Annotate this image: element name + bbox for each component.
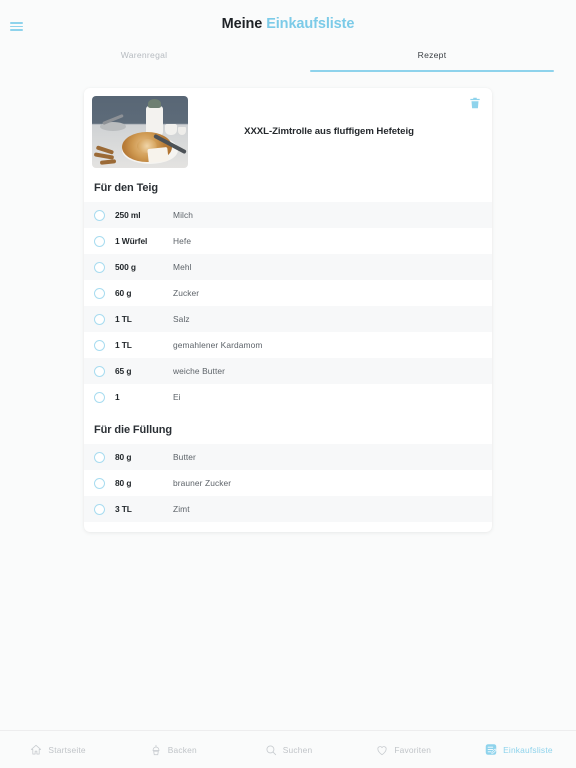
thumb-cinnamon-stick-shape [99, 159, 117, 165]
section-heading: Für den Teig [94, 182, 158, 194]
thumb-cup-shape [165, 124, 177, 135]
ingredient-quantity: 3 TL [115, 504, 132, 514]
ingredient-row[interactable]: 1 TL gemahlener Kardamom [84, 332, 492, 358]
hamburger-line [10, 29, 23, 31]
trash-icon[interactable] [468, 96, 482, 110]
ingredient-quantity: 1 [115, 392, 120, 402]
shopping-list-icon [484, 743, 498, 757]
ingredient-checkbox[interactable] [94, 235, 105, 247]
ingredient-name: Salz [173, 314, 190, 324]
nav-item-suchen[interactable]: Suchen [230, 743, 345, 757]
ingredient-row[interactable]: 250 ml Milch [84, 202, 492, 228]
ingredient-row[interactable]: 3 TL Zimt [84, 496, 492, 522]
ingredient-checkbox[interactable] [94, 313, 105, 325]
nav-item-label: Einkaufsliste [503, 744, 553, 755]
tab-bar: Warenregal Rezept [0, 44, 576, 72]
app-header: Meine Einkaufsliste [0, 0, 576, 44]
ingredient-row[interactable]: 1 Würfel Hefe [84, 228, 492, 254]
section-heading: Für die Füllung [94, 424, 172, 436]
ingredient-name: gemahlener Kardamom [173, 340, 263, 350]
hamburger-line [10, 25, 23, 28]
ingredient-checkbox[interactable] [94, 287, 105, 299]
hamburger-line [10, 22, 23, 24]
tab-rezept[interactable]: Rezept [288, 44, 576, 72]
ingredient-name: Zucker [173, 288, 200, 298]
ingredient-name: weiche Butter [173, 366, 226, 376]
page-title-primary: Meine [221, 16, 263, 32]
ingredient-row[interactable]: 80 g Butter [84, 444, 492, 470]
cupcake-icon [149, 743, 163, 757]
ingredient-row[interactable]: 500 g Mehl [84, 254, 492, 280]
bottom-navigation: Startseite Backen Suchen Favoriten Einkaufsl… [0, 730, 576, 768]
tab-warenregal[interactable]: Warenregal [0, 44, 288, 72]
ingredient-checkbox[interactable] [94, 339, 105, 351]
nav-item-backen[interactable]: Backen [115, 743, 230, 757]
hamburger-menu-icon[interactable] [10, 22, 23, 31]
heart-icon [375, 743, 389, 757]
ingredient-quantity: 80 g [115, 478, 132, 488]
recipe-card-header: XXXL-Zimtrolle aus fluffigem Hefeteig [84, 88, 492, 168]
ingredient-row[interactable]: 1 TL Salz [84, 306, 492, 332]
tab-label: Warenregal [120, 50, 168, 60]
ingredient-name: brauner Zucker [173, 478, 232, 488]
tab-label: Rezept [417, 50, 447, 60]
thumb-cup-shape [178, 127, 186, 135]
ingredient-quantity: 60 g [115, 288, 132, 298]
ingredient-name: Zimt [173, 504, 190, 514]
thumb-slice-shape [147, 146, 169, 164]
nav-item-label: Favoriten [394, 744, 432, 755]
page-title-accent: Einkaufsliste [266, 16, 355, 32]
nav-item-startseite[interactable]: Startseite [0, 743, 115, 757]
nav-item-label: Suchen [282, 744, 313, 755]
ingredient-quantity: 1 TL [115, 314, 132, 324]
ingredient-checkbox[interactable] [94, 365, 105, 377]
ingredient-quantity: 65 g [115, 366, 132, 376]
ingredient-checkbox[interactable] [94, 261, 105, 273]
page-title: Meine Einkaufsliste [0, 0, 576, 32]
ingredient-quantity: 1 TL [115, 340, 132, 350]
nav-item-label: Backen [167, 744, 197, 755]
ingredient-checkbox[interactable] [94, 477, 105, 489]
ingredient-list: 250 ml Milch 1 Würfel Hefe 500 g Mehl 60 g Zuck… [84, 202, 492, 410]
recipe-card: XXXL-Zimtrolle aus fluffigem Hefeteig Fü… [84, 88, 492, 532]
ingredient-row[interactable]: 65 g weiche Butter [84, 358, 492, 384]
ingredient-quantity: 500 g [115, 262, 136, 272]
search-icon [264, 743, 278, 757]
content-area: XXXL-Zimtrolle aus fluffigem Hefeteig Fü… [0, 72, 576, 710]
ingredient-row[interactable]: 1 Ei [84, 384, 492, 410]
ingredient-row[interactable]: 80 g brauner Zucker [84, 470, 492, 496]
ingredient-checkbox[interactable] [94, 209, 105, 221]
ingredient-checkbox[interactable] [94, 451, 105, 463]
ingredient-checkbox[interactable] [94, 391, 105, 403]
ingredient-quantity: 1 Würfel [115, 236, 148, 246]
ingredient-name: Mehl [173, 262, 192, 272]
recipe-title: XXXL-Zimtrolle aus fluffigem Hefeteig [244, 126, 414, 137]
ingredient-quantity: 250 ml [115, 210, 141, 220]
ingredient-name: Butter [173, 452, 196, 462]
recipe-thumbnail[interactable] [92, 96, 188, 168]
ingredient-name: Ei [173, 392, 181, 402]
ingredient-checkbox[interactable] [94, 503, 105, 515]
ingredient-sections: Für den Teig 250 ml Milch 1 Würfel Hefe 500 g… [84, 168, 492, 522]
ingredient-quantity: 80 g [115, 452, 132, 462]
ingredient-name: Milch [173, 210, 194, 220]
nav-item-label: Startseite [48, 744, 86, 755]
home-icon [29, 743, 43, 757]
ingredient-name: Hefe [173, 236, 192, 246]
nav-item-favoriten[interactable]: Favoriten [346, 743, 461, 757]
nav-item-einkaufsliste[interactable]: Einkaufsliste [461, 743, 576, 757]
ingredient-row[interactable]: 60 g Zucker [84, 280, 492, 306]
ingredient-list: 80 g Butter 80 g brauner Zucker 3 TL Zimt [84, 444, 492, 522]
